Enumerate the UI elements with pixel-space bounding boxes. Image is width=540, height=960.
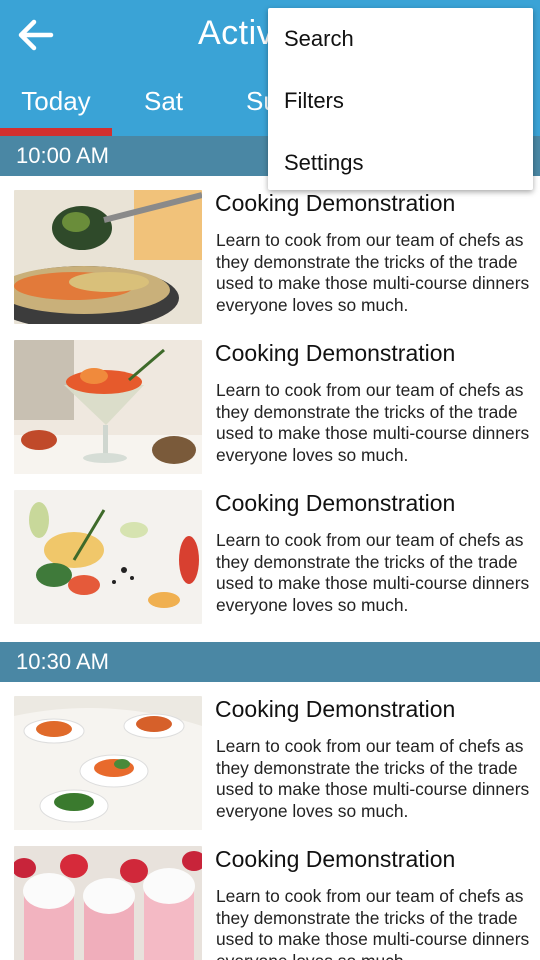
activity-title: Cooking Demonstration [215,490,456,516]
pan-with-spoon-photo [14,190,202,324]
activity-title: Cooking Demonstration [215,340,456,366]
list-item[interactable]: Cooking Demonstration Learn to cook from… [0,326,540,476]
activity-description: Learn to cook from our team of chefs as … [216,230,530,315]
activity-title: Cooking Demonstration [215,190,456,216]
list-item[interactable]: Cooking Demonstration Learn to cook from… [0,176,540,326]
tab-label: Today [21,86,91,116]
activity-description: Learn to cook from our team of chefs as … [216,886,530,960]
list-item[interactable]: Cooking Demonstration Learn to cook from… [0,682,540,832]
activity-list[interactable]: 10:00 AM Cooking Demonstration Learn to … [0,136,540,960]
back-button[interactable] [10,12,60,58]
strawberry-cream-dessert-photo [14,846,202,960]
overflow-menu: Search Filters Settings [268,8,533,190]
menu-item-settings[interactable]: Settings [268,132,533,194]
spoon-appetizers-photo [14,696,202,830]
menu-item-filters[interactable]: Filters [268,70,533,132]
activity-title: Cooking Demonstration [215,696,456,722]
time-section-header: 10:30 AM [0,642,540,682]
tab-today[interactable]: Today [0,78,112,136]
tab-label: Sat [144,86,184,116]
activity-description: Learn to cook from our team of chefs as … [216,736,530,821]
activity-title: Cooking Demonstration [215,846,456,872]
cocktail-glass-appetizer-photo [14,340,202,474]
menu-item-search[interactable]: Search [268,8,533,70]
tab-sat[interactable]: Sat [144,78,183,136]
plated-salad-photo [14,490,202,624]
list-item[interactable]: Cooking Demonstration Learn to cook from… [0,476,540,626]
list-item[interactable]: Cooking Demonstration Learn to cook from… [0,832,540,960]
activity-description: Learn to cook from our team of chefs as … [216,380,530,465]
activity-description: Learn to cook from our team of chefs as … [216,530,530,615]
active-tab-indicator [0,128,112,136]
arrow-left-icon [18,19,54,51]
